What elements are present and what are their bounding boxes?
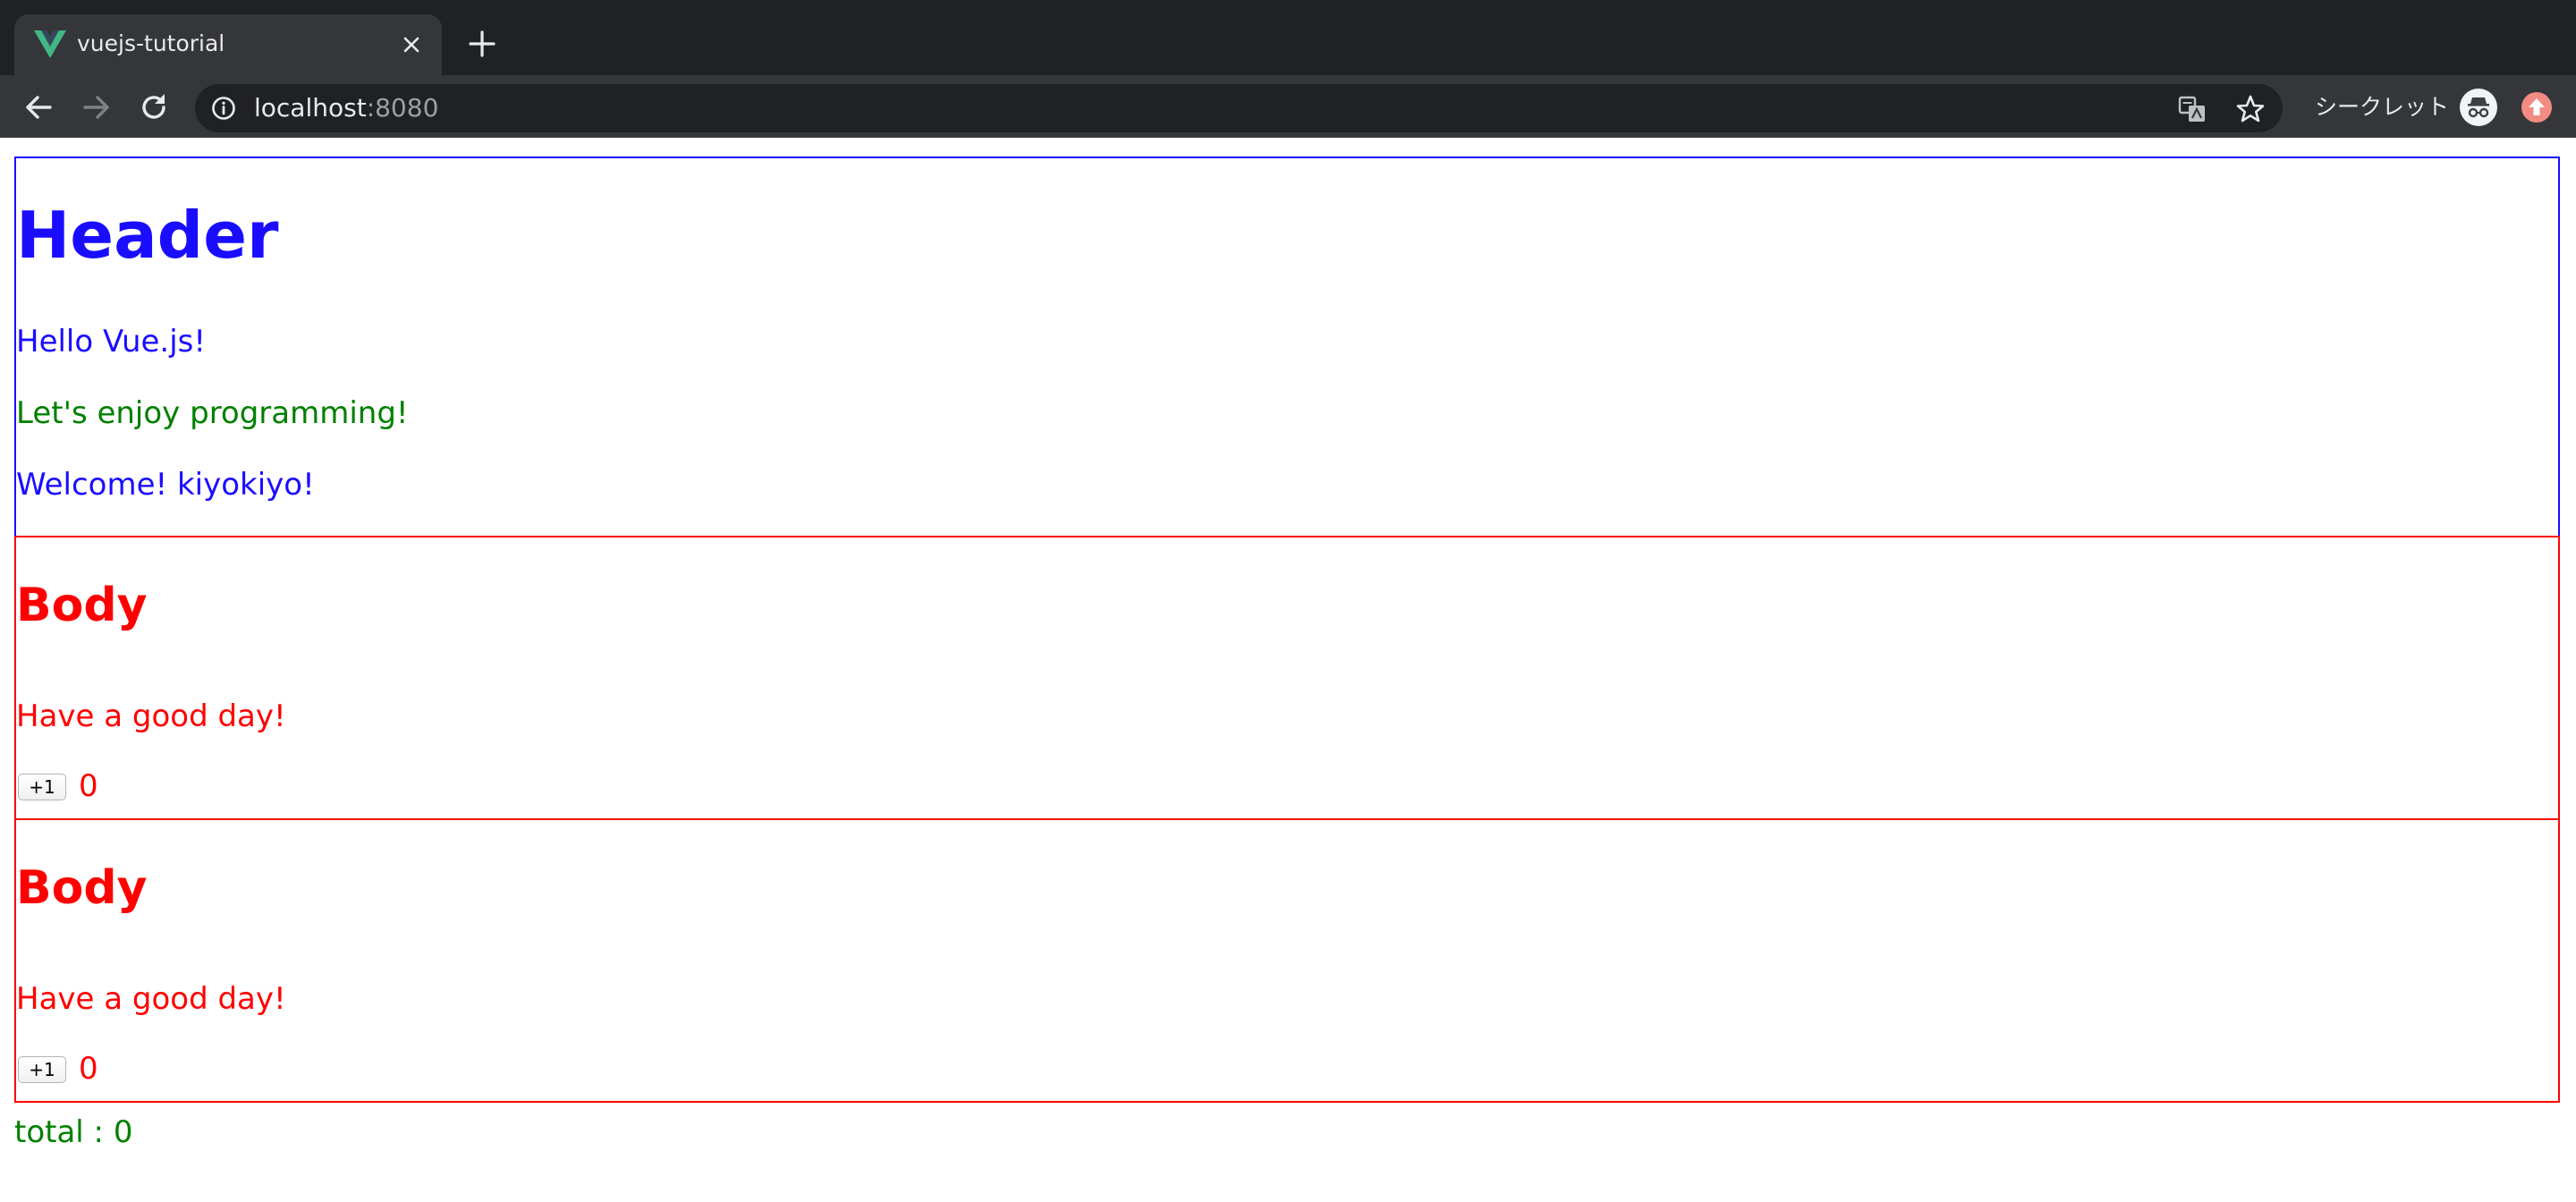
address-bar[interactable]: localhost:8080 (195, 84, 2283, 132)
incognito-label: シークレット (2315, 94, 2450, 120)
header-title: Header (16, 198, 279, 273)
browser-toolbar: localhost:8080 シークレット (0, 75, 2576, 138)
vue-favicon-icon (34, 30, 66, 58)
body-component: Body Have a good day! +1 0 (14, 536, 2560, 820)
info-icon[interactable] (211, 96, 236, 121)
browser-tab-strip: vuejs-tutorial (0, 0, 2576, 75)
close-icon[interactable] (399, 32, 424, 57)
update-icon[interactable] (2521, 91, 2553, 123)
welcome-text: Welcome! kiyokiyo! (16, 467, 315, 503)
body-title: Body (16, 861, 148, 915)
star-icon[interactable] (2235, 94, 2266, 124)
reload-icon[interactable] (137, 90, 171, 124)
header-component: Header Hello Vue.js! Let's enjoy program… (14, 157, 2560, 538)
url-port: :8080 (366, 93, 439, 123)
tab-title: vuejs-tutorial (77, 30, 225, 56)
greeting-text: Hello Vue.js! (16, 324, 207, 360)
browser-tab[interactable]: vuejs-tutorial (14, 14, 442, 75)
page-viewport: Header Hello Vue.js! Let's enjoy program… (0, 138, 2576, 1202)
body-message: Have a good day! (16, 981, 286, 1017)
translate-icon[interactable] (2177, 94, 2207, 124)
increment-button[interactable]: +1 (18, 774, 66, 800)
url-text[interactable]: localhost:8080 (254, 91, 438, 125)
increment-button[interactable]: +1 (18, 1056, 66, 1083)
url-host: localhost (254, 93, 367, 123)
counter-value: 0 (79, 768, 98, 804)
total-text: total : 0 (14, 1114, 133, 1150)
message-text: Let's enjoy programming! (16, 395, 409, 431)
back-icon[interactable] (21, 90, 55, 124)
body-message: Have a good day! (16, 698, 286, 734)
body-title: Body (16, 579, 148, 632)
forward-icon[interactable] (80, 90, 114, 124)
body-component: Body Have a good day! +1 0 (14, 818, 2560, 1103)
counter-value: 0 (79, 1051, 98, 1087)
plus-icon[interactable] (465, 27, 499, 61)
incognito-icon[interactable] (2460, 89, 2497, 126)
